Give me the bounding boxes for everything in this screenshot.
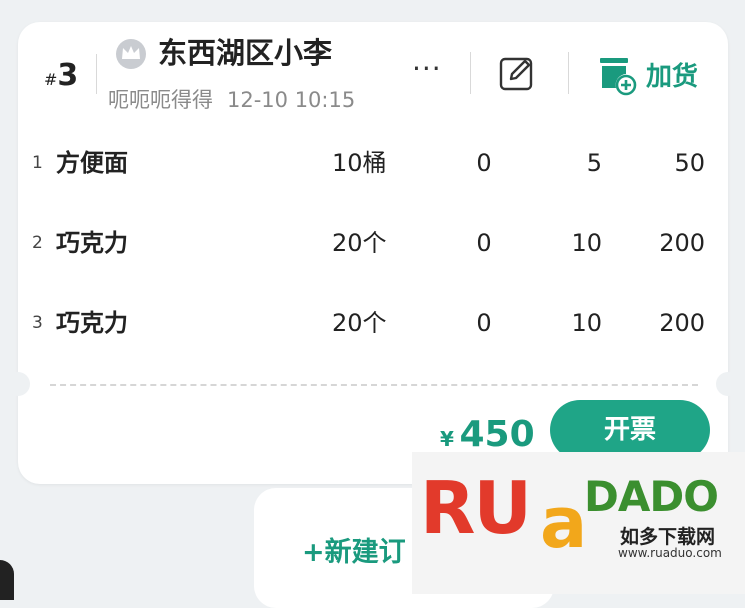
divider [568,52,569,94]
watermark-logo: RU a DADO 如多下载网 www.ruaduo.com [412,452,745,594]
order-number: #3 [44,58,79,93]
order-total: ¥ 450 [440,414,535,455]
item-row[interactable]: 2 巧克力 20个 0 10 200 [0,218,745,268]
divider [470,52,471,94]
order-time: 12-10 10:15 [227,88,356,112]
device-edge [0,560,14,600]
customer-name[interactable]: 东西湖区小李 [158,30,332,72]
dashed-divider [50,384,698,386]
edit-button[interactable] [498,54,536,92]
edit-icon [499,57,533,91]
crown-icon [116,39,146,69]
divider [96,54,97,94]
order-note: 呃呃呃得得 [108,88,213,112]
item-row[interactable]: 1 方便面 10桶 0 5 50 [0,138,745,188]
more-button[interactable]: ··· [412,52,442,85]
new-order-label: +新建订 [302,537,406,568]
add-goods-label: 加货 [646,62,699,92]
ticket-notch-right [716,372,740,396]
invoice-button[interactable]: 开票 [550,400,710,460]
ticket-notch-left [6,372,30,396]
add-goods-icon [600,58,637,96]
item-row[interactable]: 3 巧克力 20个 0 10 200 [0,298,745,348]
order-subtitle: 呃呃呃得得 12-10 10:15 [108,84,355,114]
